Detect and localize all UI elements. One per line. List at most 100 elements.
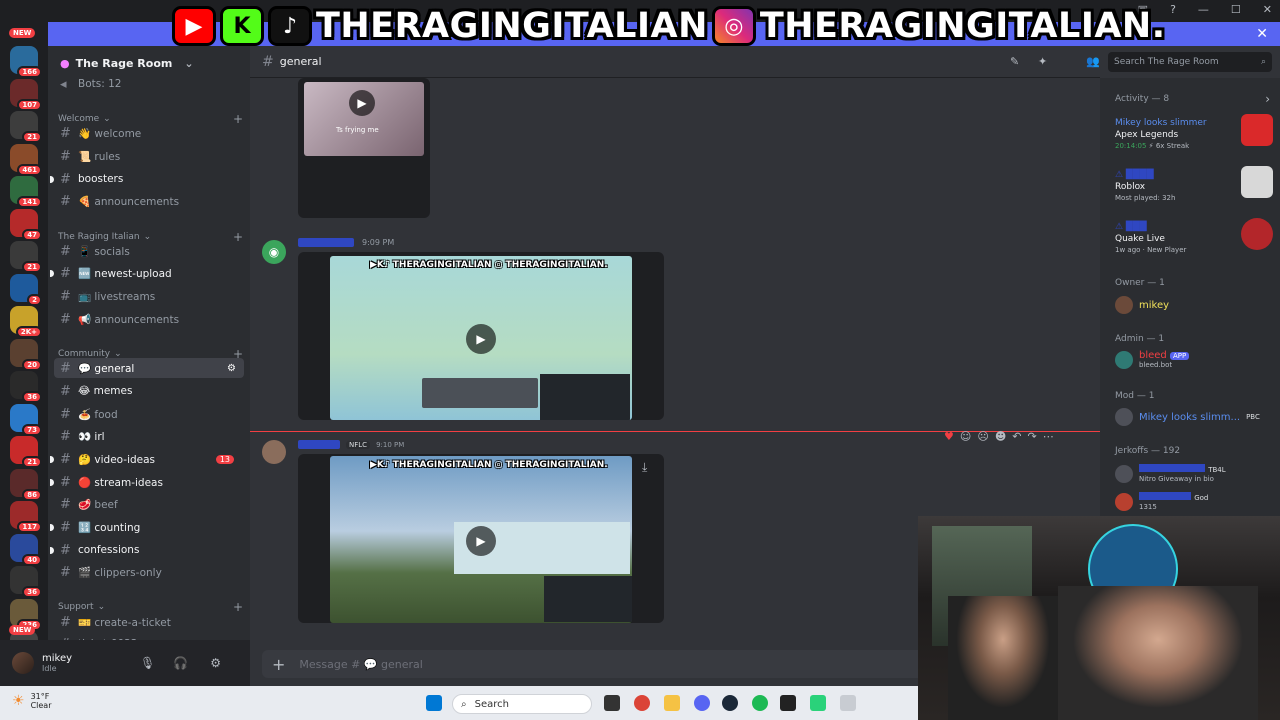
spotify-icon[interactable] xyxy=(752,695,768,711)
download-icon[interactable]: ⤓ xyxy=(642,460,647,475)
channel-beef[interactable]: # 🥩 beef xyxy=(54,494,244,514)
file-explorer-icon[interactable] xyxy=(664,695,680,711)
channel-clippers-only[interactable]: # 🎬 clippers-only xyxy=(54,562,244,582)
maximize-button[interactable]: ☐ xyxy=(1231,3,1241,16)
author-name[interactable] xyxy=(298,440,340,449)
server-icon[interactable]: 236 xyxy=(10,598,42,631)
heart-react-icon[interactable]: ♥ xyxy=(944,430,954,443)
discord-icon[interactable] xyxy=(694,695,710,711)
server-icon[interactable]: 21 xyxy=(10,436,42,468)
steam-icon[interactable] xyxy=(722,695,738,711)
chat-header: # general ✎ ✦ 👥 xyxy=(250,46,1100,78)
server-icon[interactable]: 117 xyxy=(10,501,42,533)
activity-card[interactable]: ⚠ ███ Quake Live 1w ago · New Player xyxy=(1115,218,1273,254)
reply-icon[interactable]: ↶ xyxy=(1012,430,1021,443)
app-icon[interactable] xyxy=(840,695,856,711)
channel-general[interactable]: # 💬 general ⚙ xyxy=(54,358,244,378)
server-icon[interactable]: 40 xyxy=(10,533,42,566)
instagram-icon: ◎ xyxy=(711,6,756,46)
server-icon[interactable]: 21 xyxy=(10,241,42,273)
kick-icon: K xyxy=(220,6,264,46)
mic-icon[interactable]: 🎙 xyxy=(140,656,155,670)
server-icon[interactable]: 166 xyxy=(10,46,42,78)
channel-newest-upload[interactable]: # 🆕 newest-upload xyxy=(50,263,244,283)
channel-food[interactable]: # 🍝 food xyxy=(54,404,244,424)
skull-react-icon[interactable]: ☹ xyxy=(977,430,988,443)
video-embed[interactable]: ▶ Ts frying me xyxy=(298,78,430,218)
server-icon[interactable]: 20 xyxy=(10,338,42,371)
server-icon[interactable]: 461 xyxy=(10,143,42,176)
member-row[interactable]: Mikey looks slimm... PBC xyxy=(1115,408,1260,426)
channel-settings-icon[interactable]: ⚙ xyxy=(227,363,236,374)
server-icon[interactable]: 2 xyxy=(10,273,42,306)
headset-icon[interactable]: 🎧 xyxy=(173,656,188,670)
channel-announcements[interactable]: # 🍕 announcements xyxy=(54,191,244,211)
chevron-right-icon[interactable]: › xyxy=(1265,92,1270,106)
server-icon[interactable]: 107 xyxy=(10,78,42,111)
channel-welcome[interactable]: # 👋 welcome xyxy=(54,123,244,143)
server-icon[interactable]: 47 xyxy=(10,208,42,241)
server-icon[interactable]: 73 xyxy=(10,403,42,436)
channel-label: confessions xyxy=(78,544,140,556)
play-icon[interactable]: ▶ xyxy=(466,526,496,556)
avatar[interactable] xyxy=(12,652,34,674)
help-icon[interactable]: ? xyxy=(1170,3,1176,16)
channel-video-ideas[interactable]: # 🤔 video-ideas 13 xyxy=(50,449,244,469)
activity-card[interactable]: ⚠ ████ Roblox Most played: 32h xyxy=(1115,166,1273,202)
channel-irl[interactable]: # 👀 irl xyxy=(54,426,244,446)
message-input[interactable]: Message # 💬 general xyxy=(299,658,422,671)
member-row[interactable]: God 1315 xyxy=(1115,492,1208,511)
add-reaction-icon[interactable]: ☻ xyxy=(995,430,1006,443)
play-icon[interactable]: ▶ xyxy=(466,324,496,354)
server-icon[interactable]: 141 xyxy=(10,176,42,208)
channel-stream-ideas[interactable]: # 🔴 stream-ideas xyxy=(50,472,244,492)
channel-livestreams[interactable]: # 📺 livestreams xyxy=(54,286,244,306)
server-icon[interactable]: 36 xyxy=(10,371,42,403)
server-icon[interactable]: 21 xyxy=(10,111,42,143)
chrome-icon[interactable] xyxy=(634,695,650,711)
channel-rules[interactable]: # 📜 rules xyxy=(54,146,244,166)
close-button[interactable]: ✕ xyxy=(1263,3,1272,16)
settings-gear-icon[interactable]: ⚙ xyxy=(210,656,221,670)
server-icon[interactable]: 2K+ xyxy=(10,306,42,338)
search-input[interactable]: Search The Rage Room ⌕ xyxy=(1108,52,1272,72)
minimize-button[interactable]: — xyxy=(1198,3,1209,16)
laugh-react-icon[interactable]: ☺ xyxy=(960,430,971,443)
taskbar-search[interactable]: ⌕ Search xyxy=(452,694,592,714)
forward-icon[interactable]: ↷ xyxy=(1028,430,1037,443)
video-embed[interactable]: ▶K♪ THERAGINGITALIAN ◎ THERAGINGITALIAN.… xyxy=(298,454,664,623)
close-banner-icon[interactable]: ✕ xyxy=(1256,26,1268,42)
member-row[interactable]: mikey xyxy=(1115,296,1169,314)
avatar[interactable] xyxy=(262,440,286,464)
more-icon[interactable]: ⋯ xyxy=(1043,430,1054,443)
add-attachment-icon[interactable]: + xyxy=(272,655,285,674)
members-icon[interactable]: 👥 xyxy=(1086,55,1100,68)
server-header[interactable]: ● The Rage Room ⌄ xyxy=(48,52,250,74)
member-row[interactable]: bleed APP bleed.bot xyxy=(1115,350,1190,369)
activity-card[interactable]: Mikey looks slimmer Apex Legends 20:14:0… xyxy=(1115,114,1273,150)
channel-memes[interactable]: # 😂 memes xyxy=(54,381,244,401)
channel-announcements[interactable]: # 📢 announcements xyxy=(54,309,244,329)
channel-label: 🎬 clippers-only xyxy=(78,566,162,579)
server-icon[interactable]: 86 xyxy=(10,468,42,501)
member-row[interactable]: TB4L Nitro Giveaway in bio xyxy=(1115,464,1226,483)
channel-socials[interactable]: # 📱 socials xyxy=(54,241,244,261)
windows-start-icon[interactable] xyxy=(426,695,442,711)
author-name[interactable] xyxy=(298,238,354,247)
video-embed[interactable]: ▶K♪ THERAGINGITALIAN ◎ THERAGINGITALIAN.… xyxy=(298,252,664,420)
weather-widget[interactable]: ☀ 31°F Clear xyxy=(12,692,51,710)
channel-boosters[interactable]: # boosters xyxy=(50,169,244,189)
threads-icon[interactable]: ✎ xyxy=(1010,55,1019,68)
server-icon[interactable]: 36 xyxy=(10,566,42,598)
obs-icon[interactable] xyxy=(810,695,826,711)
category-header[interactable]: Support ⌄ + xyxy=(58,600,243,614)
epic-games-icon[interactable] xyxy=(780,695,796,711)
avatar[interactable]: ◉ xyxy=(262,240,286,264)
hash-icon: # xyxy=(60,614,71,630)
pin-icon[interactable]: ✦ xyxy=(1038,55,1047,68)
channel-confessions[interactable]: # confessions xyxy=(50,540,244,560)
task-view-icon[interactable] xyxy=(604,695,620,711)
play-icon[interactable]: ▶ xyxy=(349,90,375,116)
channel-counting[interactable]: # 🔢 counting xyxy=(50,517,244,537)
channel-create-a-ticket[interactable]: # 🎫 create-a-ticket xyxy=(54,612,244,632)
